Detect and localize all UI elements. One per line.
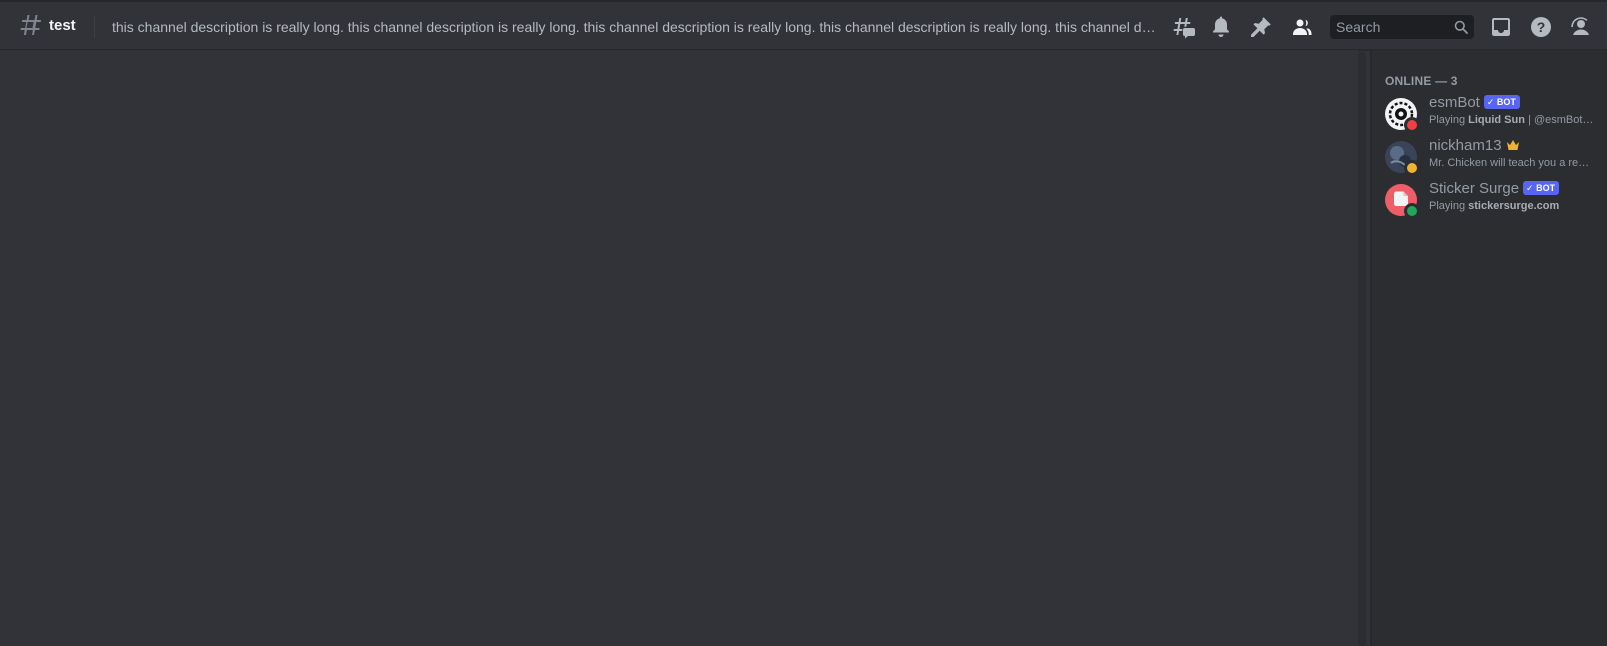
search-input[interactable] — [1330, 15, 1448, 39]
help-icon[interactable]: ? — [1529, 15, 1553, 39]
svg-text:?: ? — [1537, 19, 1546, 35]
online-status-icon — [1404, 203, 1420, 219]
member-item[interactable]: esmBot ✓ BOT Playing Liquid Sun | @esmBot… — [1385, 94, 1605, 134]
member-name: esmBot ✓ BOT — [1429, 94, 1520, 112]
search-box[interactable] — [1330, 15, 1474, 39]
member-activity: Mr. Chicken will teach you a really long… — [1429, 157, 1595, 169]
channel-header: test this channel description is really … — [0, 0, 1607, 50]
channel-topic[interactable]: this channel description is really long.… — [112, 19, 1160, 36]
profile-icon[interactable] — [1569, 15, 1593, 39]
bot-badge: ✓ BOT — [1523, 181, 1560, 195]
header-divider — [94, 16, 95, 38]
pin-icon[interactable] — [1249, 15, 1273, 39]
member-item[interactable]: Sticker Surge ✓ BOT Playing stickersurge.… — [1385, 180, 1605, 220]
chat-area — [0, 50, 1358, 646]
bell-icon[interactable] — [1209, 15, 1233, 39]
app-window: test this channel description is really … — [0, 0, 1607, 646]
avatar — [1385, 184, 1420, 219]
avatar — [1385, 98, 1420, 133]
inbox-icon[interactable] — [1489, 15, 1513, 39]
bot-badge: ✓ BOT — [1483, 95, 1520, 109]
idle-status-icon — [1404, 160, 1420, 176]
threads-icon[interactable] — [1171, 15, 1195, 39]
avatar — [1385, 141, 1420, 176]
member-item[interactable]: nickham13 Mr. Chicken will teach you a r… — [1385, 137, 1605, 177]
member-list: ONLINE — 3 esmBot ✓ BOT Playing Liquid Su… — [1370, 50, 1607, 646]
member-name: Sticker Surge ✓ BOT — [1429, 180, 1560, 198]
member-activity: Playing Liquid Sun | @esmBot help, ᵉsmBo… — [1429, 114, 1595, 126]
member-name: nickham13 — [1429, 137, 1520, 155]
chat-scrollbar[interactable] — [1358, 52, 1366, 646]
hash-icon — [18, 14, 42, 38]
channel-name: test — [49, 17, 76, 34]
member-activity: Playing stickersurge.com — [1429, 200, 1560, 212]
members-section-header: ONLINE — 3 — [1385, 74, 1458, 88]
member-list-edge — [1370, 50, 1372, 646]
members-icon[interactable] — [1289, 15, 1313, 39]
crown-icon — [1506, 140, 1519, 150]
search-icon — [1454, 20, 1468, 34]
dnd-status-icon — [1404, 117, 1420, 133]
